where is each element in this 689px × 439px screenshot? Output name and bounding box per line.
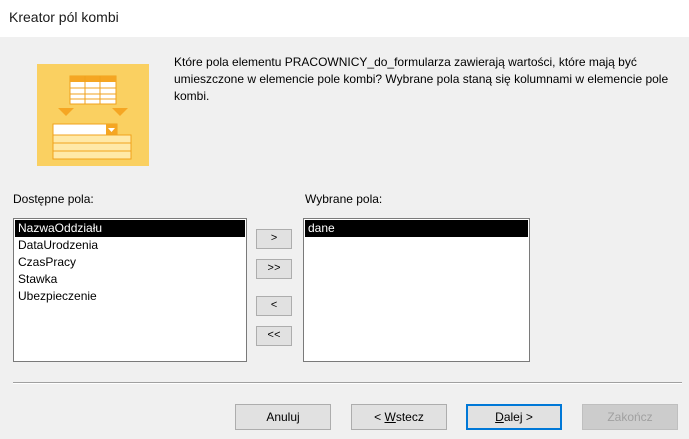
list-item[interactable]: Ubezpieczenie [15,288,245,305]
list-item[interactable]: dane [305,220,528,237]
window-title: Kreator pól kombi [9,9,119,25]
back-button[interactable]: < Wstecz [351,404,447,430]
selected-fields-list[interactable]: dane [303,218,530,362]
list-item[interactable]: NazwaOddziału [15,220,245,237]
next-button-rest: alej > [503,410,533,424]
remove-all-button[interactable]: << [256,326,292,346]
remove-one-button[interactable]: < [256,296,292,316]
next-button-accesskey: D [495,410,504,424]
back-button-accesskey: W [384,410,396,424]
next-button[interactable]: Dalej > [466,404,562,430]
cancel-button[interactable]: Anuluj [235,404,331,430]
add-all-button[interactable]: >> [256,259,292,279]
back-button-rest: stecz [395,410,424,424]
title-bar: Kreator pól kombi [0,0,689,37]
available-fields-list[interactable]: NazwaOddziału DataUrodzenia CzasPracy St… [13,218,247,362]
selected-fields-label: Wybrane pola: [305,192,383,206]
list-item[interactable]: CzasPracy [15,254,245,271]
list-item[interactable]: Stawka [15,271,245,288]
list-item[interactable]: DataUrodzenia [15,237,245,254]
back-button-prefix: < [374,410,385,424]
wizard-instructions: Które pola elementu PRACOWNICY_do_formul… [174,55,669,103]
footer-divider [13,382,682,384]
finish-button: Zakończ [582,404,678,430]
add-one-button[interactable]: > [256,229,292,249]
available-fields-label: Dostępne pola: [13,192,94,206]
combo-box-wizard-illustration [37,64,149,166]
